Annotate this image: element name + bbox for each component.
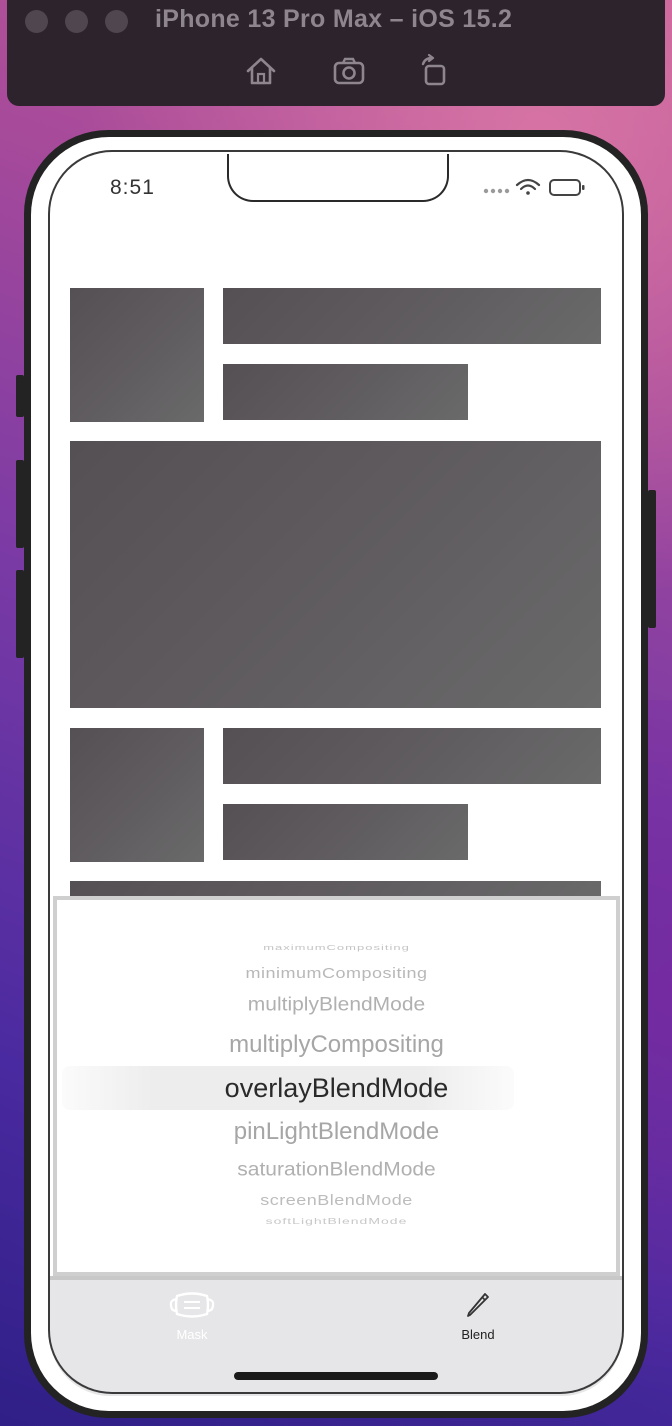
signal-dots-icon [483,188,510,194]
tab-blend[interactable]: Blend [438,1286,518,1346]
zoom-window-button[interactable] [105,10,128,33]
home-icon[interactable] [244,54,278,88]
picker-option[interactable]: minimumCompositing [53,965,620,982]
pencil-icon [467,1293,489,1317]
picker-option[interactable]: screenBlendMode [53,1192,620,1209]
rotate-icon[interactable] [417,54,451,88]
tab-mask-label: Mask [176,1327,208,1342]
screenshot-camera-icon[interactable] [332,54,366,88]
picker-option[interactable]: multiplyBlendMode [53,994,620,1016]
subtitle-placeholder [223,364,468,420]
simulator-toolbar: iPhone 13 Pro Max – iOS 15.2 [7,0,665,106]
tab-blend-label: Blend [461,1327,495,1342]
title-placeholder [223,728,601,784]
thumbnail-placeholder [70,728,204,862]
face-mask-icon [169,1292,215,1318]
picker-option[interactable]: saturationBlendMode [53,1159,620,1181]
picker-option[interactable]: softLightBlendMode [53,1216,620,1226]
status-icons [483,178,585,196]
power-button [648,490,656,628]
volume-down-button [16,570,24,658]
status-time: 8:51 [110,176,155,199]
simulator-title: iPhone 13 Pro Max – iOS 15.2 [155,5,513,33]
thumbnail-placeholder [70,288,204,422]
picker-option[interactable]: multiplyCompositing [53,1031,620,1059]
minimize-window-button[interactable] [65,10,88,33]
picker-option[interactable]: pinLightBlendMode [53,1118,620,1146]
close-window-button[interactable] [25,10,48,33]
wifi-icon [515,178,541,195]
tab-mask[interactable]: Mask [152,1286,232,1346]
notch [227,154,449,202]
picker-option[interactable]: maximumCompositing [53,943,620,951]
volume-up-button [16,460,24,548]
battery-icon [549,179,585,196]
mute-switch [16,375,24,417]
title-placeholder [223,288,601,344]
home-indicator[interactable] [234,1372,438,1380]
picker-option-selected[interactable]: overlayBlendMode [53,1073,620,1104]
subtitle-placeholder [223,804,468,860]
hero-image-placeholder [70,441,601,708]
